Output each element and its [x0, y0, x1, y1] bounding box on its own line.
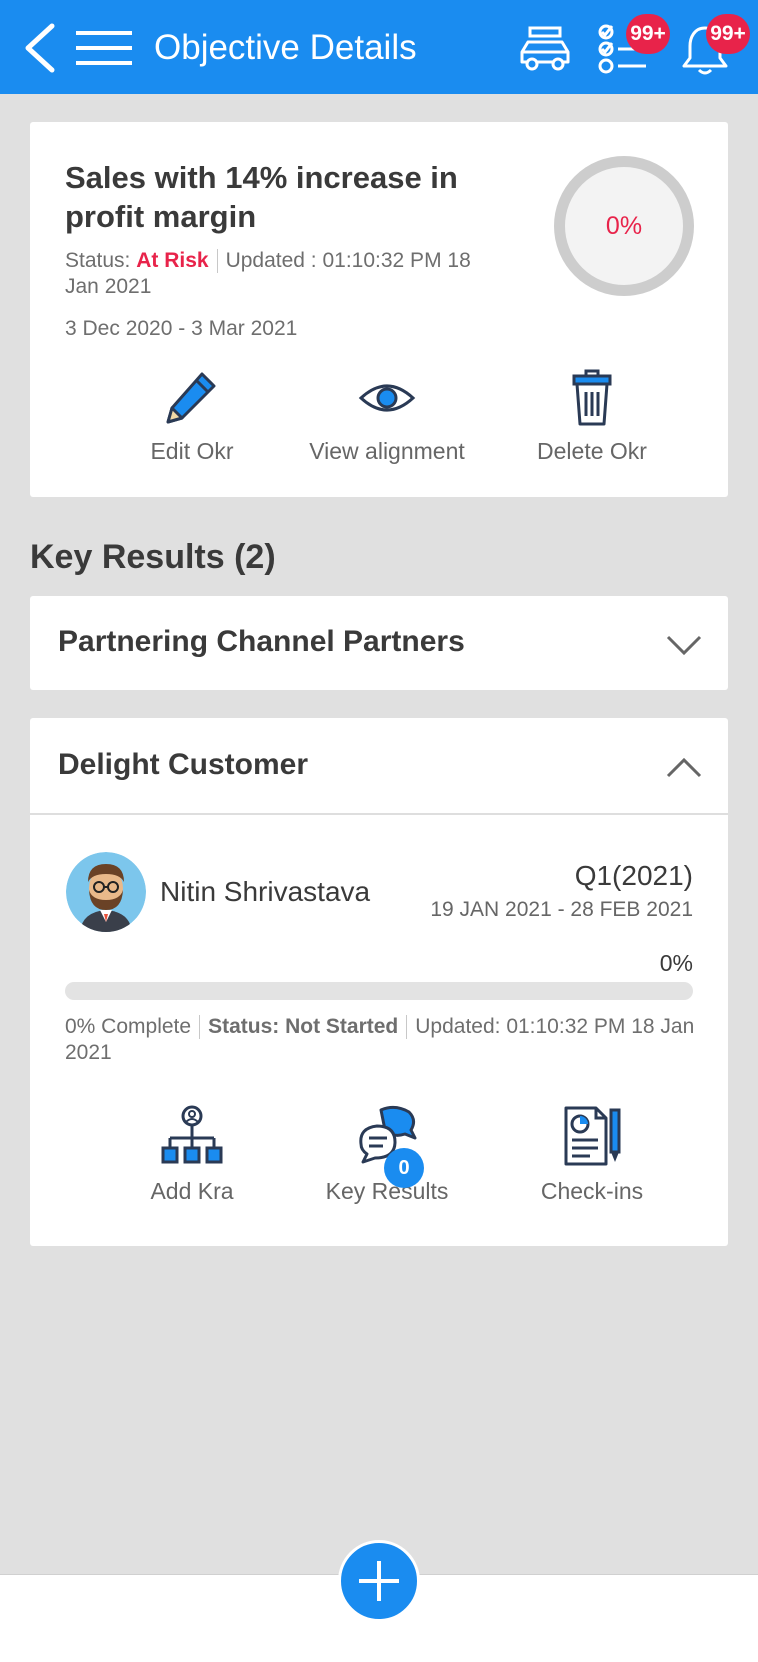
page-title: Objective Details	[154, 28, 417, 67]
key-results-label: Key Results	[325, 1178, 449, 1204]
status-text: Status: Not Started	[208, 1015, 399, 1038]
status-label: Status:	[65, 249, 131, 272]
divider	[30, 813, 728, 815]
quarter-label: Q1(2021)	[574, 860, 693, 891]
key-result-title: Partnering Channel Partners	[58, 625, 465, 658]
avatar	[66, 852, 146, 932]
separator	[216, 249, 218, 274]
complete-text: 0% Complete	[65, 1015, 192, 1038]
org-chart-icon	[161, 1105, 223, 1164]
check-ins-label: Check-ins	[540, 1178, 644, 1204]
separator	[199, 1015, 201, 1040]
key-results-button[interactable]: Key Results	[277, 1104, 497, 1205]
add-fab-button[interactable]	[338, 1540, 420, 1622]
edit-okr-label: Edit Okr	[150, 438, 234, 464]
plus-icon	[359, 1561, 399, 1601]
objective-card: Sales with 14% increase in profit margin…	[30, 122, 728, 497]
objective-meta: Status: At Risk Updated : 01:10:32 PM 18 …	[65, 248, 495, 300]
notifications-badge: 99+	[706, 14, 750, 54]
add-kra-label: Add Kra	[150, 1178, 234, 1204]
owner-name: Nitin Shrivastava	[160, 876, 371, 907]
chevron-up-icon[interactable]	[666, 757, 702, 779]
delete-okr-label: Delete Okr	[537, 438, 647, 464]
separator	[406, 1015, 408, 1040]
trash-icon	[572, 369, 612, 426]
status-value: At Risk	[136, 249, 209, 272]
car-icon[interactable]	[516, 22, 574, 76]
progress-percent: 0%	[659, 950, 693, 976]
date-range: 19 JAN 2021 - 28 FEB 2021	[430, 898, 693, 921]
key-results-heading: Key Results (2)	[30, 538, 276, 576]
edit-okr-button[interactable]: Edit Okr	[82, 368, 302, 465]
top-app-bar: Objective Details 99+ 99+	[0, 0, 758, 94]
chevron-down-icon[interactable]	[666, 634, 702, 656]
key-results-count-badge: 0	[384, 1148, 424, 1188]
tasks-badge: 99+	[626, 14, 670, 54]
key-result-item: Delight Customer Nitin Shrivastava Q1(20…	[30, 718, 728, 1246]
add-kra-button[interactable]: Add Kra	[82, 1104, 302, 1205]
progress-ring: 0%	[554, 156, 694, 296]
date-range: 3 Dec 2020 - 3 Mar 2021	[65, 317, 298, 340]
key-result-title[interactable]: Delight Customer	[58, 748, 308, 782]
key-result-item[interactable]: Partnering Channel Partners	[30, 596, 728, 690]
document-pen-icon	[564, 1106, 621, 1166]
delete-okr-button[interactable]: Delete Okr	[482, 368, 702, 465]
back-arrow-icon[interactable]	[22, 22, 58, 74]
view-alignment-label: View alignment	[309, 438, 465, 464]
eye-icon	[358, 384, 416, 412]
check-ins-button[interactable]: Check-ins	[482, 1104, 702, 1205]
pencil-icon	[166, 372, 216, 424]
key-result-meta: 0% Complete Status: Not Started Updated: 0…	[65, 1014, 695, 1066]
view-alignment-button[interactable]: View alignment	[277, 368, 497, 465]
progress-bar	[65, 982, 693, 1000]
objective-title: Sales with 14% increase in profit margin	[65, 160, 458, 234]
hamburger-menu-icon[interactable]	[74, 30, 134, 66]
